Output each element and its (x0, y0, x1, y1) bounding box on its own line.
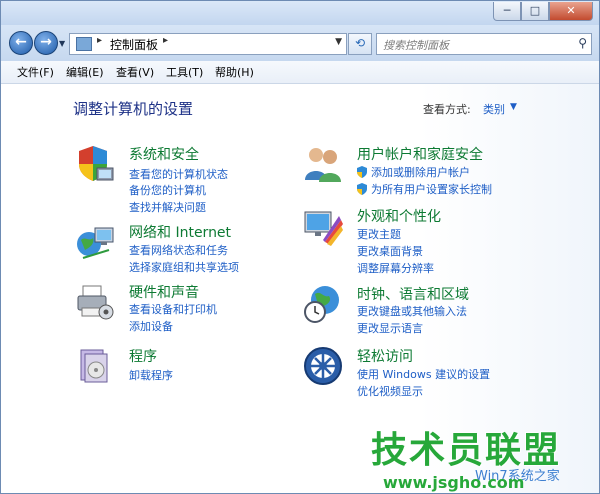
control-panel-icon (76, 37, 92, 51)
category-link[interactable]: 更改主题 (357, 226, 401, 242)
category-title[interactable]: 硬件和声音 (129, 282, 199, 302)
forward-arrow-icon: → (40, 34, 52, 50)
refresh-button[interactable]: ⟲ (348, 33, 372, 55)
category-link[interactable]: 卸载程序 (129, 367, 173, 383)
category-title[interactable]: 外观和个性化 (357, 206, 441, 226)
page-title: 调整计算机的设置 (73, 100, 194, 118)
menu-help[interactable]: 帮助(H) (215, 64, 254, 80)
navigation-bar: ← → ▼ ▸ 控制面板 ▸ ▼ ⟲ 搜索控制面板 ⚲ (1, 25, 599, 61)
users-icon[interactable] (303, 144, 343, 184)
category-title[interactable]: 用户帐户和家庭安全 (357, 144, 483, 164)
category-programs: 程序 卸载程序 (75, 346, 295, 386)
category-title[interactable]: 时钟、语言和区域 (357, 284, 469, 304)
category-link[interactable]: 添加或删除用户帐户 (371, 164, 470, 180)
refresh-icon: ⟲ (354, 36, 366, 50)
search-input[interactable]: 搜索控制面板 ⚲ (376, 33, 592, 55)
category-link[interactable]: 查看网络状态和任务 (129, 242, 228, 258)
caption-buttons: ─ □ ✕ (493, 2, 593, 21)
category-network-internet: 网络和 Internet 查看网络状态和任务 选择家庭组和共享选项 (75, 222, 295, 275)
search-placeholder: 搜索控制面板 (383, 39, 449, 52)
programs-box-icon[interactable] (75, 346, 115, 386)
category-link[interactable]: 更改键盘或其他输入法 (357, 303, 467, 319)
uac-shield-icon (357, 183, 367, 195)
security-shield-icon[interactable] (75, 144, 115, 184)
back-arrow-icon: ← (15, 34, 27, 50)
category-user-accounts: 用户帐户和家庭安全 添加或删除用户帐户 为所有用户设置家长控制 (303, 144, 523, 196)
category-link[interactable]: 查看设备和打印机 (129, 301, 217, 317)
menu-edit[interactable]: 编辑(E) (66, 64, 104, 80)
category-title[interactable]: 轻松访问 (357, 346, 413, 366)
category-appearance: 外观和个性化 更改主题 更改桌面背景 调整屏幕分辨率 (303, 206, 523, 276)
clock-globe-icon[interactable] (303, 284, 343, 324)
category-link[interactable]: 调整屏幕分辨率 (357, 260, 434, 276)
category-link[interactable]: 查找并解决问题 (129, 199, 206, 215)
appearance-monitor-icon[interactable] (303, 206, 343, 246)
maximize-button[interactable]: □ (521, 2, 549, 21)
category-link[interactable]: 备份您的计算机 (129, 182, 206, 198)
menu-view[interactable]: 查看(V) (116, 64, 154, 80)
view-by-label: 查看方式: (423, 103, 471, 116)
category-link[interactable]: 更改桌面背景 (357, 243, 423, 259)
category-title[interactable]: 系统和安全 (129, 144, 199, 164)
control-panel-window: ─ □ ✕ ← → ▼ ▸ 控制面板 ▸ ▼ ⟲ 搜索控制面板 ⚲ 文件(F) … (0, 0, 600, 494)
back-button[interactable]: ← (9, 31, 33, 55)
recent-pages-dropdown[interactable]: ▼ (59, 39, 65, 48)
search-icon[interactable]: ⚲ (578, 36, 587, 50)
watermark-url: www.jsgho.com (383, 473, 525, 492)
ease-of-access-icon[interactable] (303, 346, 343, 386)
category-title[interactable]: 网络和 Internet (129, 222, 231, 242)
menu-file[interactable]: 文件(F) (17, 64, 54, 80)
menu-bar: 文件(F) 编辑(E) 查看(V) 工具(T) 帮助(H) (1, 61, 599, 84)
breadcrumb-control-panel[interactable]: 控制面板 (110, 36, 158, 53)
category-link[interactable]: 为所有用户设置家长控制 (371, 181, 492, 197)
close-button[interactable]: ✕ (549, 2, 593, 21)
watermark: 技术员联盟 Win7系统之家 www.jsgho.com (371, 421, 599, 493)
view-by-dropdown[interactable]: 类别 (483, 101, 505, 117)
network-globe-icon[interactable] (75, 222, 115, 262)
category-link[interactable]: 使用 Windows 建议的设置 (357, 366, 490, 382)
menu-tools[interactable]: 工具(T) (166, 64, 203, 80)
view-by-caret-icon[interactable]: ▼ (510, 102, 517, 112)
category-clock-region: 时钟、语言和区域 更改键盘或其他输入法 更改显示语言 (303, 284, 523, 336)
printer-icon[interactable] (75, 282, 115, 322)
address-dropdown-icon[interactable]: ▼ (335, 37, 342, 47)
category-hardware-sound: 硬件和声音 查看设备和打印机 添加设备 (75, 282, 295, 334)
category-title[interactable]: 程序 (129, 346, 157, 366)
category-link[interactable]: 查看您的计算机状态 (129, 166, 228, 182)
uac-shield-icon (357, 166, 367, 178)
category-link[interactable]: 更改显示语言 (357, 320, 423, 336)
category-ease-of-access: 轻松访问 使用 Windows 建议的设置 优化视频显示 (303, 346, 523, 398)
minimize-button[interactable]: ─ (493, 2, 521, 21)
breadcrumb-separator-icon[interactable]: ▸ (97, 35, 102, 46)
forward-button[interactable]: → (34, 31, 58, 55)
category-link[interactable]: 选择家庭组和共享选项 (129, 259, 239, 275)
address-bar[interactable]: ▸ 控制面板 ▸ ▼ (69, 33, 347, 55)
category-link[interactable]: 添加设备 (129, 318, 173, 334)
title-bar[interactable]: ─ □ ✕ (1, 1, 599, 25)
category-system-security: 系统和安全 查看您的计算机状态 备份您的计算机 查找并解决问题 (75, 144, 295, 215)
category-link[interactable]: 优化视频显示 (357, 383, 423, 399)
breadcrumb-separator-icon[interactable]: ▸ (163, 35, 168, 46)
